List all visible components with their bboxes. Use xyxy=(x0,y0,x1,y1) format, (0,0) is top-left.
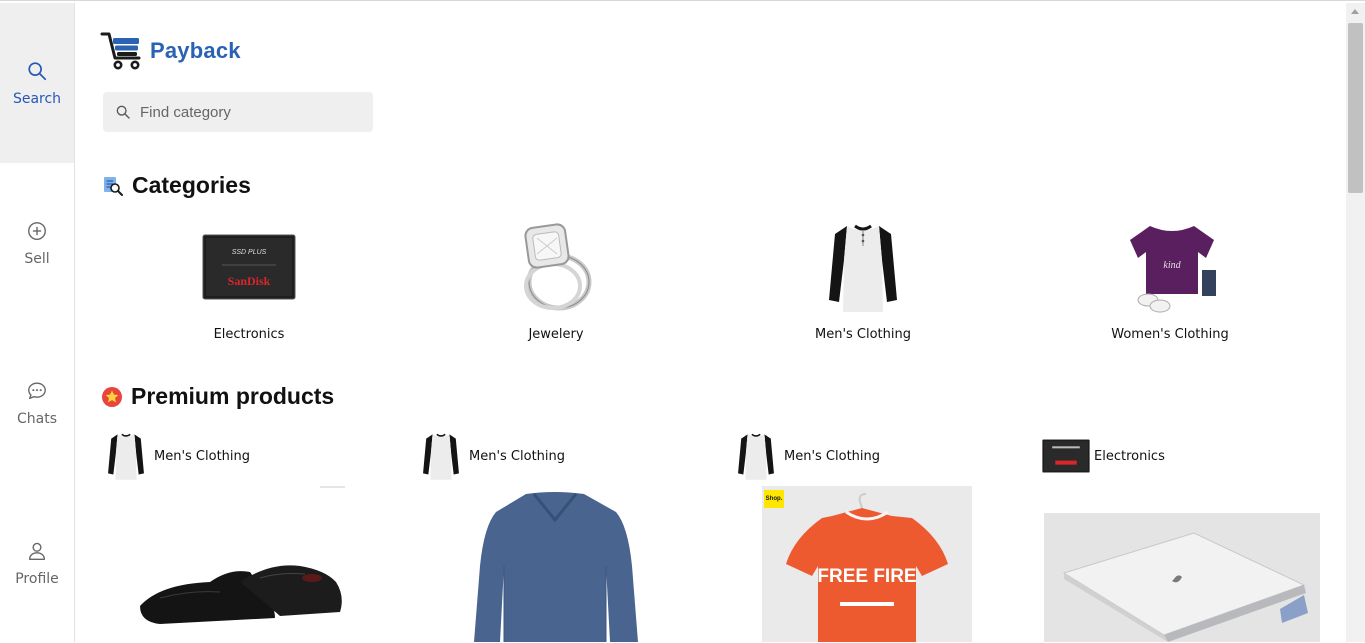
scroll-up-arrow-icon[interactable] xyxy=(1351,9,1359,14)
product-card-shoes[interactable] xyxy=(100,486,345,642)
product-category-tag[interactable]: Men's Clothing xyxy=(102,431,250,481)
orange-tshirt-image: FREE FIRE xyxy=(786,493,948,642)
product-category-label: Men's Clothing xyxy=(154,448,251,464)
categories-title: Categories xyxy=(132,172,251,198)
category-tile-jewelery[interactable]: Jewelery xyxy=(456,219,656,342)
search-icon xyxy=(28,61,47,80)
svg-text:kind: kind xyxy=(1163,260,1181,271)
raglan-shirt-thumbnail xyxy=(732,431,780,481)
document-search-icon xyxy=(104,176,123,196)
product-category-label: Electronics xyxy=(1094,448,1165,464)
chat-icon xyxy=(28,382,46,399)
product-category-tag[interactable]: Electronics xyxy=(1042,431,1165,481)
shopping-cart-logo-icon xyxy=(100,32,141,70)
ssd-model-label: SSD PLUS xyxy=(232,249,267,256)
sidebar: Search Sell Chats Profile xyxy=(0,3,75,642)
star-badge-icon xyxy=(102,386,122,407)
ssd-thumbnail xyxy=(1042,431,1090,481)
category-name: Men's Clothing xyxy=(814,327,911,342)
nav-search-label: Search xyxy=(12,90,62,107)
category-tile-mens-clothing[interactable]: Men's Clothing xyxy=(763,219,963,342)
brand-logo[interactable]: Payback xyxy=(100,30,241,72)
product-category-label: Men's Clothing xyxy=(784,448,881,464)
nav-search[interactable]: Search xyxy=(0,3,74,163)
nav-profile[interactable]: Profile xyxy=(0,483,74,643)
product-category-tag[interactable]: Men's Clothing xyxy=(732,431,880,481)
vertical-scrollbar[interactable] xyxy=(1346,3,1365,642)
category-search-input[interactable] xyxy=(140,103,360,121)
diamond-ring-image xyxy=(506,219,606,315)
nav-sell[interactable]: Sell xyxy=(0,163,74,323)
user-icon xyxy=(28,542,46,560)
raglan-shirt-thumbnail xyxy=(102,431,150,481)
category-tile-womens-clothing[interactable]: kind Women's Clothing xyxy=(1070,219,1270,342)
nav-profile-label: Profile xyxy=(15,570,59,587)
nav-chats-label: Chats xyxy=(16,410,57,427)
product-category-tag[interactable]: Men's Clothing xyxy=(417,431,565,481)
silver-laptop-image xyxy=(1062,532,1308,642)
search-icon xyxy=(116,105,130,119)
main-content: Payback Categories SSD PLUS SanDi xyxy=(76,3,1346,642)
purple-tshirt-image: kind xyxy=(1120,219,1220,315)
ssd-brand-label: SanDisk xyxy=(228,274,271,288)
categories-header: Categories xyxy=(102,172,251,199)
category-name: Electronics xyxy=(213,327,285,342)
scrollbar-thumb[interactable] xyxy=(1348,23,1363,193)
raglan-shirt-image xyxy=(813,219,913,315)
plus-circle-icon xyxy=(28,221,46,240)
premium-title: Premium products xyxy=(131,383,335,409)
black-shoes-image xyxy=(140,486,345,624)
shop-badge: Shop. xyxy=(764,490,784,508)
product-card-blue-shirt[interactable] xyxy=(456,486,656,642)
product-card-laptop[interactable] xyxy=(1044,513,1320,642)
category-name: Women's Clothing xyxy=(1111,327,1229,342)
category-search-box[interactable] xyxy=(103,92,373,132)
category-tile-electronics[interactable]: SSD PLUS SanDisk Electronics xyxy=(149,219,349,342)
raglan-shirt-thumbnail xyxy=(417,431,465,481)
brand-name: Payback xyxy=(150,38,241,63)
nav-sell-label: Sell xyxy=(24,250,50,267)
nav-chats[interactable]: Chats xyxy=(0,323,74,483)
blue-shirt-image xyxy=(474,492,638,642)
ssd-image: SSD PLUS SanDisk xyxy=(199,219,299,315)
product-category-label: Men's Clothing xyxy=(469,448,566,464)
category-name: Jewelery xyxy=(528,327,584,342)
product-card-orange-tshirt[interactable]: Shop. FREE FIRE xyxy=(762,486,972,642)
premium-header: Premium products xyxy=(101,383,334,410)
tshirt-print: FREE FIRE xyxy=(817,566,916,587)
